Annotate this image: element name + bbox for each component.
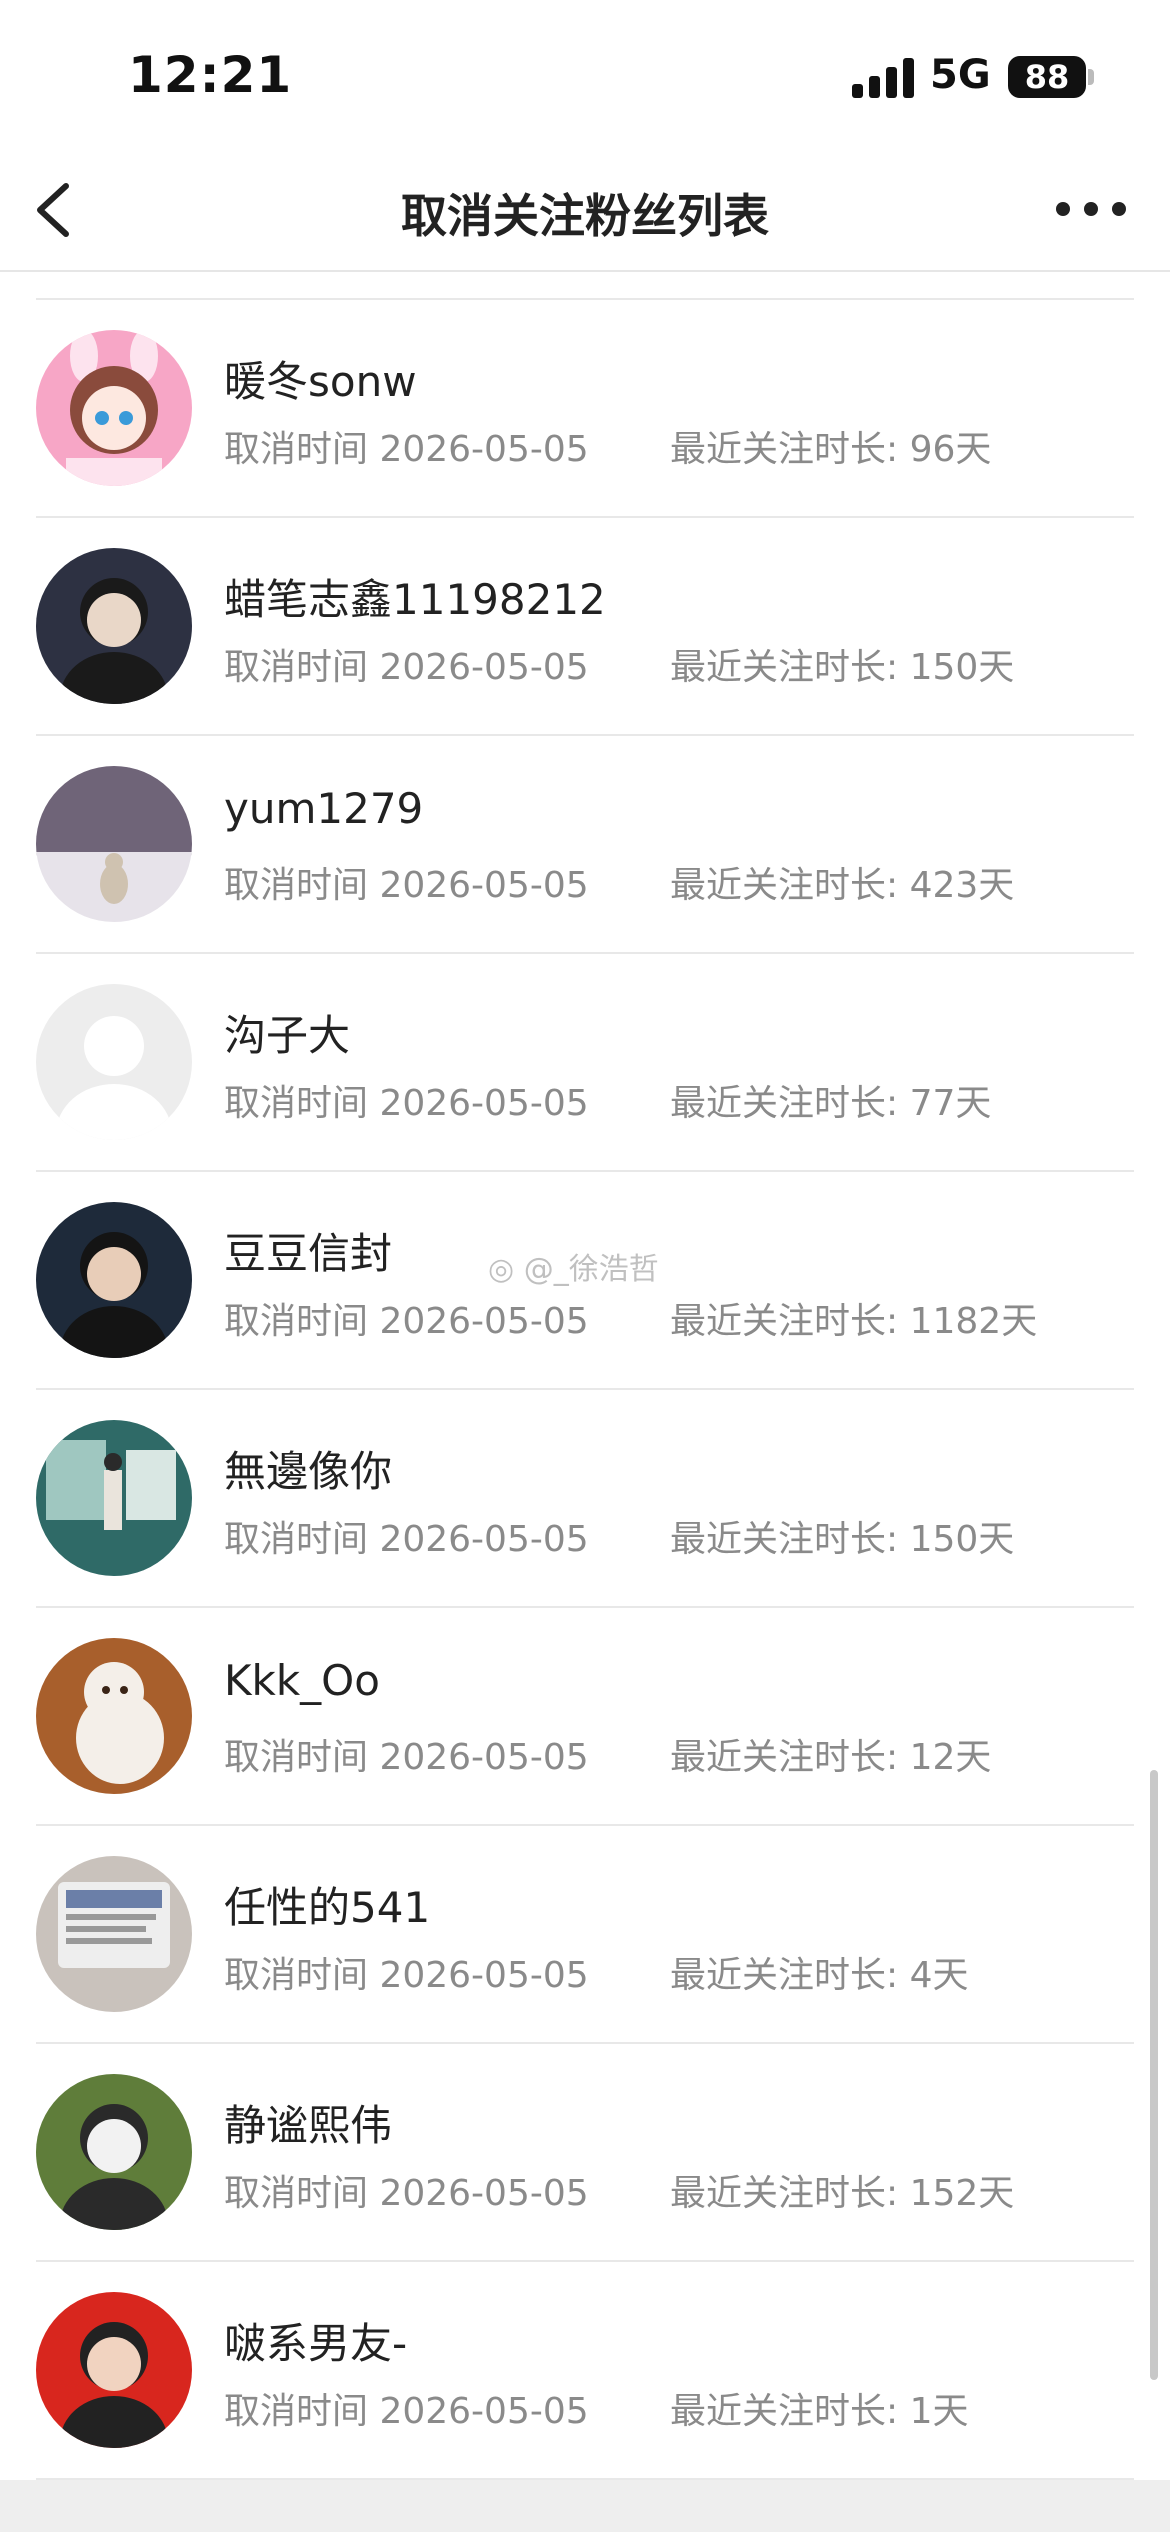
cancel-time: 取消时间 2026-05-05 <box>224 1737 589 1778</box>
follow-duration: 最近关注时长: 1天 <box>670 2391 969 2432</box>
follow-duration: 最近关注时长: 4天 <box>670 1955 969 1996</box>
user-name[interactable]: 啵系男友- <box>224 2310 407 2371</box>
list-item[interactable]: 任性的541 取消时间 2026-05-05 最近关注时长: 4天 <box>0 1826 1170 2044</box>
more-dots-icon <box>1056 202 1070 216</box>
snow-landscape-avatar <box>36 766 192 922</box>
avatar[interactable] <box>36 766 192 922</box>
cancel-time: 取消时间 2026-05-05 <box>224 647 589 688</box>
watermark-text: @_徐浩哲 <box>523 1252 659 1287</box>
cancel-time: 取消时间 2026-05-05 <box>224 865 589 906</box>
user-name[interactable]: yum1279 <box>224 784 423 833</box>
cancel-time: 取消时间 2026-05-05 <box>224 1301 589 1342</box>
follow-duration: 最近关注时长: 77天 <box>670 1083 992 1124</box>
weibo-logo-icon: ◎ <box>488 1252 524 1287</box>
network-label: 5G <box>930 52 991 98</box>
cancel-time: 取消时间 2026-05-05 <box>224 2391 589 2432</box>
cancel-time: 取消时间 2026-05-05 <box>224 1519 589 1560</box>
avatar[interactable] <box>36 984 192 1140</box>
scrollbar[interactable] <box>1150 1770 1158 2380</box>
user-name[interactable]: 静谧熙伟 <box>224 2092 392 2153</box>
nav-bar: 取消关注粉丝列表 <box>0 150 1170 272</box>
follow-duration: 最近关注时长: 423天 <box>670 865 1015 906</box>
avatar[interactable] <box>36 2074 192 2230</box>
white-dog-avatar <box>36 1638 192 1794</box>
person-red-avatar <box>36 2292 192 2448</box>
avatar[interactable] <box>36 1638 192 1794</box>
cancel-time: 取消时间 2026-05-05 <box>224 1083 589 1124</box>
phone-screen-avatar <box>36 1856 192 2012</box>
battery-icon: 88 <box>1008 56 1086 98</box>
follow-duration: 最近关注时长: 150天 <box>670 1519 1015 1560</box>
signal-icon <box>852 58 914 98</box>
street-photo-avatar <box>36 1420 192 1576</box>
user-name[interactable]: 暖冬sonw <box>224 348 417 409</box>
status-bar: 12:21 5G 88 <box>0 0 1170 150</box>
cancel-time: 取消时间 2026-05-05 <box>224 429 589 470</box>
battery-tip <box>1088 69 1094 85</box>
more-button[interactable] <box>1052 188 1132 228</box>
list-item[interactable]: 啵系男友- 取消时间 2026-05-05 最近关注时长: 1天 <box>0 2262 1170 2480</box>
follow-duration: 最近关注时长: 152天 <box>670 2173 1015 2214</box>
follow-duration: 最近关注时长: 12天 <box>670 1737 992 1778</box>
list-item[interactable]: Kkk_Oo 取消时间 2026-05-05 最近关注时长: 12天 <box>0 1608 1170 1826</box>
list-item[interactable]: 無邊像你取消时间 2026-05-05 最近关注时长: 150天 <box>0 1390 1170 1608</box>
avatar[interactable] <box>36 330 192 486</box>
avatar[interactable] <box>36 548 192 704</box>
user-name[interactable]: Kkk_Oo <box>224 1656 380 1705</box>
follow-duration: 最近关注时长: 96天 <box>670 429 992 470</box>
avatar[interactable] <box>36 1856 192 2012</box>
person-avatar <box>36 1202 192 1358</box>
user-name[interactable]: 豆豆信封 <box>224 1220 392 1281</box>
list-item[interactable]: 蜡笔志鑫11198212 取消时间 2026-05-05 最近关注时长: 150天 <box>0 518 1170 736</box>
avatar[interactable] <box>36 2292 192 2448</box>
cancel-time: 取消时间 2026-05-05 <box>224 1955 589 1996</box>
default-user-avatar <box>36 984 192 1140</box>
user-name[interactable]: 蜡笔志鑫11198212 <box>224 566 606 627</box>
watermark: ◎ @_徐浩哲 <box>488 1244 659 1288</box>
list-item[interactable]: 暖冬sonw 取消时间 2026-05-05 最近关注时长: 96天 <box>0 300 1170 518</box>
person-avatar <box>36 548 192 704</box>
page: 12:21 5G 88 取消关注粉丝列表 暖冬sonw 取消时间 2026-05-… <box>0 0 1170 2532</box>
list-item[interactable]: 静谧熙伟取消时间 2026-05-05 最近关注时长: 152天 <box>0 2044 1170 2262</box>
person-outdoor-avatar <box>36 2074 192 2230</box>
avatar[interactable] <box>36 1420 192 1576</box>
cancel-time: 取消时间 2026-05-05 <box>224 2173 589 2214</box>
user-name[interactable]: 沟子大 <box>224 1002 350 1063</box>
anime-girl-avatar <box>36 330 192 486</box>
avatar[interactable] <box>36 1202 192 1358</box>
user-name[interactable]: 任性的541 <box>224 1874 430 1935</box>
list-item[interactable]: yum1279 取消时间 2026-05-05 最近关注时长: 423天 <box>0 736 1170 954</box>
status-time: 12:21 <box>128 46 293 104</box>
follow-duration: 最近关注时长: 1182天 <box>670 1301 1038 1342</box>
page-title: 取消关注粉丝列表 <box>401 189 769 243</box>
list-item[interactable]: 沟子大取消时间 2026-05-05 最近关注时长: 77天 <box>0 954 1170 1172</box>
user-name[interactable]: 無邊像你 <box>224 1438 392 1499</box>
follow-duration: 最近关注时长: 150天 <box>670 647 1015 688</box>
bottom-area <box>0 2480 1170 2532</box>
